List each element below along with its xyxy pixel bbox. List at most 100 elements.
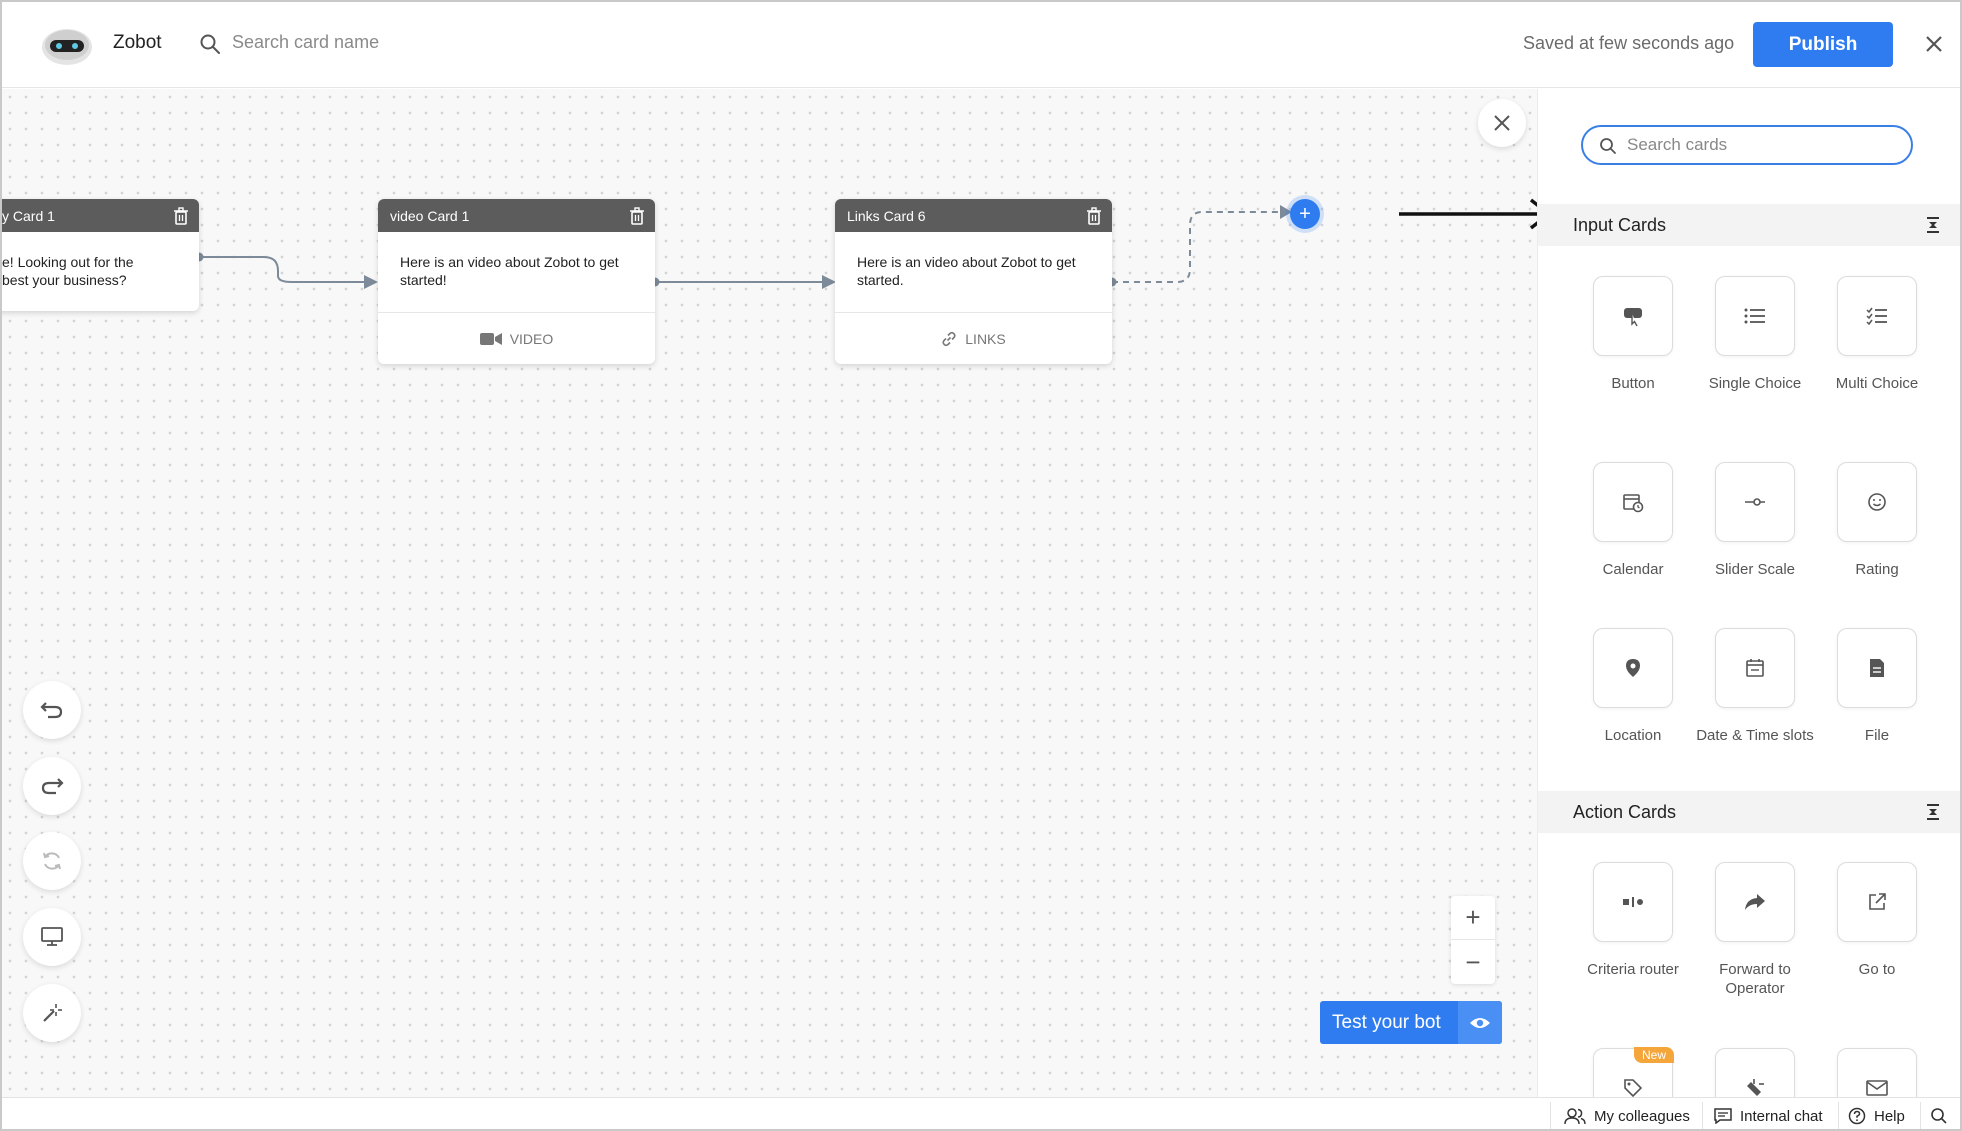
card-search-input[interactable]: Search card name	[232, 32, 379, 53]
close-icon[interactable]	[1922, 32, 1946, 56]
card-type-label: VIDEO	[509, 330, 554, 347]
card-body-text: e! Looking out for the best your busines…	[2, 254, 134, 288]
card-tile-criteria-router[interactable]: Criteria router	[1573, 862, 1693, 979]
slider-icon	[1745, 498, 1765, 506]
file-icon	[1870, 659, 1884, 677]
eye-icon[interactable]	[1458, 1001, 1502, 1044]
my-colleagues-label: My colleagues	[1594, 1107, 1690, 1125]
preview-button[interactable]	[23, 908, 81, 966]
card-tile-plug[interactable]	[1695, 1048, 1815, 1097]
card-tile-label: File	[1864, 727, 1890, 744]
publish-button[interactable]: Publish	[1753, 22, 1893, 67]
help-label: Help	[1874, 1107, 1905, 1125]
close-canvas-button[interactable]	[1478, 99, 1526, 147]
global-search-button[interactable]	[1930, 1098, 1948, 1129]
trash-icon[interactable]	[629, 207, 645, 225]
input-cards-section-header[interactable]: Input Cards	[1538, 204, 1960, 246]
auto-arrange-button[interactable]	[23, 984, 81, 1042]
app-name: Zobot	[113, 32, 162, 53]
card-tile-forward-to-operator[interactable]: Forward to Operator	[1695, 862, 1815, 998]
section-title: Input Cards	[1573, 214, 1667, 235]
undo-icon	[40, 702, 63, 719]
card-tile-label: Rating	[1855, 561, 1899, 578]
card-tile-tag[interactable]: New	[1573, 1047, 1693, 1097]
test-bot-button[interactable]: Test your bot	[1320, 1001, 1502, 1044]
button-icon	[1624, 308, 1642, 327]
bottom-bar: My colleagues Internal chat Help	[2, 1097, 1960, 1129]
zoom-controls: + −	[1451, 896, 1495, 984]
collapse-icon[interactable]	[1925, 803, 1941, 821]
flow-card[interactable]: Links Card 6 Here is an video about Zobo…	[835, 199, 1112, 364]
internal-chat-link[interactable]: Internal chat	[1714, 1098, 1823, 1129]
card-footer: LINKS	[835, 312, 1112, 364]
colleagues-icon	[1564, 1108, 1586, 1125]
card-library-search[interactable]: Search cards	[1581, 125, 1913, 165]
card-tile-go-to[interactable]: Go to	[1817, 862, 1937, 979]
action-cards-section-header[interactable]: Action Cards	[1538, 791, 1960, 833]
flow-card[interactable]: video Card 1 Here is an video about Zobo…	[378, 199, 655, 364]
section-title: Action Cards	[1573, 801, 1677, 822]
card-tile-label: Single Choice	[1708, 375, 1802, 392]
card-tile-multi-choice[interactable]: Multi Choice	[1817, 276, 1937, 393]
flow-canvas[interactable]: y Card 1 e! Looking out for the best you…	[2, 89, 1537, 1097]
date-slots-icon	[1746, 659, 1764, 677]
card-library-panel: Search cards Input Cards Button Single C…	[1537, 89, 1960, 1097]
card-footer: VIDEO	[378, 312, 655, 364]
card-tile-calendar[interactable]: Calendar	[1573, 462, 1693, 579]
mail-icon	[1866, 1080, 1888, 1096]
card-tile-slider-scale[interactable]: Slider Scale	[1695, 462, 1815, 579]
zobot-logo-icon	[42, 29, 92, 65]
trash-icon[interactable]	[1086, 207, 1102, 225]
close-icon	[1494, 115, 1510, 131]
card-tile-single-choice[interactable]: Single Choice	[1695, 276, 1815, 393]
help-link[interactable]: Help	[1848, 1098, 1905, 1129]
card-body-text: Here is an video about Zobot to get star…	[857, 254, 1076, 288]
test-bot-label: Test your bot	[1332, 1011, 1441, 1033]
divider	[1838, 1102, 1839, 1129]
add-card-button[interactable]: +	[1290, 199, 1320, 229]
reset-button[interactable]	[23, 832, 81, 890]
card-tile-date-time-slots[interactable]: Date & Time slots	[1695, 628, 1815, 745]
monitor-icon	[41, 927, 63, 946]
smiley-icon	[1868, 493, 1886, 511]
zoom-out-button[interactable]: −	[1451, 940, 1495, 984]
location-pin-icon	[1626, 659, 1640, 677]
card-body-text: Here is an video about Zobot to get star…	[400, 254, 619, 288]
collapse-icon[interactable]	[1925, 216, 1941, 234]
card-tile-label: Date & Time slots	[1696, 727, 1814, 744]
undo-button[interactable]	[23, 681, 81, 739]
card-tile-label: Slider Scale	[1714, 561, 1796, 578]
link-icon	[942, 331, 956, 346]
top-header: Zobot Search card name Saved at few seco…	[2, 2, 1960, 88]
search-icon	[1600, 138, 1616, 154]
video-camera-icon	[479, 332, 502, 345]
card-tile-rating[interactable]: Rating	[1817, 462, 1937, 579]
card-title: video Card 1	[390, 207, 470, 224]
card-tile-label: Multi Choice	[1835, 375, 1919, 392]
flow-card[interactable]: y Card 1 e! Looking out for the best you…	[2, 199, 199, 311]
card-tile-label: Go to	[1858, 961, 1896, 978]
magic-wand-icon	[43, 1004, 62, 1022]
card-tile-file[interactable]: File	[1817, 628, 1937, 745]
card-type-label: LINKS	[965, 330, 1006, 347]
divider	[1702, 1102, 1703, 1129]
redo-button[interactable]	[23, 757, 81, 815]
card-connectors	[194, 205, 1292, 289]
tag-icon	[1624, 1079, 1643, 1097]
card-tile-mail[interactable]	[1817, 1048, 1937, 1097]
card-tile-location[interactable]: Location	[1573, 628, 1693, 745]
zoom-in-button[interactable]: +	[1451, 896, 1495, 940]
search-icon[interactable]	[199, 33, 221, 55]
refresh-icon	[43, 852, 61, 870]
chat-icon	[1714, 1108, 1732, 1124]
my-colleagues-link[interactable]: My colleagues	[1564, 1098, 1690, 1129]
card-tile-label: Button	[1611, 375, 1655, 392]
plug-icon	[1747, 1079, 1764, 1096]
card-tile-label: Criteria router	[1587, 961, 1679, 978]
trash-icon[interactable]	[173, 207, 189, 225]
help-icon	[1848, 1107, 1866, 1125]
card-title: y Card 1	[2, 207, 55, 224]
divider	[1550, 1102, 1551, 1129]
card-tile-button[interactable]: Button	[1573, 276, 1693, 393]
card-title: Links Card 6	[847, 207, 926, 224]
